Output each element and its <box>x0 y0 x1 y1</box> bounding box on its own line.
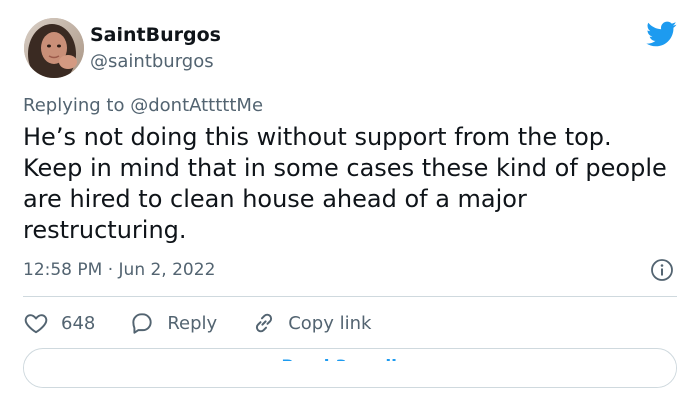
tweet-card: SaintBurgos @saintburgos Replying to @do… <box>0 0 700 411</box>
twitter-bird-icon[interactable] <box>645 18 677 50</box>
speech-bubble-icon <box>132 313 153 334</box>
read-replies-button[interactable]: Read 3 replies <box>23 348 677 388</box>
link-icon <box>256 313 273 333</box>
reply-label: Reply <box>167 312 218 334</box>
replying-to-mention[interactable]: @dontAtttttMe <box>130 95 263 116</box>
tweet-text: He’s not doing this without support from… <box>23 123 667 244</box>
author-handle[interactable]: @saintburgos <box>90 51 214 73</box>
like-button[interactable]: 648 <box>23 310 95 336</box>
cropped-mask <box>24 361 676 387</box>
heart-icon <box>24 314 48 334</box>
author-display-name[interactable]: SaintBurgos <box>90 24 221 46</box>
avatar-photo <box>24 18 84 78</box>
copy-link-button[interactable]: Copy link <box>251 310 371 336</box>
copy-link-label: Copy link <box>288 312 372 334</box>
info-icon[interactable] <box>650 258 674 282</box>
tweet-timestamp[interactable]: 12:58 PM · Jun 2, 2022 <box>23 259 215 281</box>
replying-to: Replying to @dontAtttttMe <box>23 95 263 117</box>
reply-button[interactable]: Reply <box>129 310 217 336</box>
tweet-actions: 648 Reply Copy link <box>23 309 405 337</box>
divider <box>23 296 677 297</box>
replying-to-prefix: Replying to <box>23 95 125 116</box>
like-count: 648 <box>61 312 96 334</box>
avatar[interactable] <box>24 18 84 78</box>
